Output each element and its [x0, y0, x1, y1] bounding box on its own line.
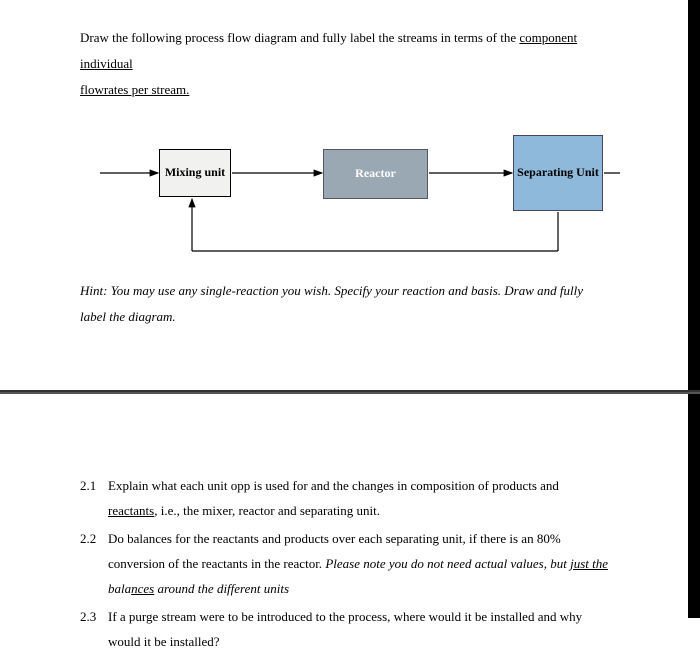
q-body-2-2: Do balances for the reactants and produc…: [108, 527, 608, 601]
question-2-3: 2.3 If a purge stream were to be introdu…: [80, 605, 608, 654]
hint-paragraph: Hint: You may use any single-reaction yo…: [80, 278, 608, 330]
question-2-2: 2.2 Do balances for the reactants and pr…: [80, 527, 608, 601]
intro-paragraph: Draw the following process flow diagram …: [80, 25, 608, 103]
q-num-2-2: 2.2: [80, 527, 108, 601]
q-num-2-3: 2.3: [80, 605, 108, 654]
hint-text: Hint: You may use any single-reaction yo…: [80, 283, 583, 324]
reactor-box: Reactor: [323, 149, 428, 199]
separating-label: Separating Unit: [517, 165, 599, 181]
q2-italic-b: bala: [108, 581, 131, 596]
q2-italic-c: around the different units: [154, 581, 289, 596]
question-2-1: 2.1 Explain what each unit opp is used f…: [80, 474, 608, 523]
mixing-label: Mixing unit: [165, 165, 225, 181]
q1-text-b: , i.e., the mixer, reactor and separatin…: [154, 503, 380, 518]
q2-italic-u2: nces: [131, 581, 154, 596]
intro-underlined-2: flowrates per stream.: [80, 82, 189, 97]
page-2: 2.1 Explain what each unit opp is used f…: [0, 394, 700, 618]
q-body-2-1: Explain what each unit opp is used for a…: [108, 474, 608, 523]
page-1: Draw the following process flow diagram …: [0, 0, 700, 390]
intro-prefix: Draw the following process flow diagram …: [80, 30, 519, 45]
q2-italic-u1: just the: [570, 556, 608, 571]
process-flow-diagram: Mixing unit Reactor Separating Unit: [80, 121, 620, 266]
separating-unit-box: Separating Unit: [513, 135, 603, 211]
reactor-label: Reactor: [355, 166, 396, 182]
q2-italic-a: Please note you do not need actual value…: [325, 556, 570, 571]
q-body-2-3: If a purge stream were to be introduced …: [108, 605, 608, 654]
question-list: 2.1 Explain what each unit opp is used f…: [80, 474, 608, 655]
q1-text-a: Explain what each unit opp is used for a…: [108, 478, 559, 493]
q-num-2-1: 2.1: [80, 474, 108, 523]
q1-underlined: reactants: [108, 503, 154, 518]
mixing-unit-box: Mixing unit: [159, 149, 231, 197]
